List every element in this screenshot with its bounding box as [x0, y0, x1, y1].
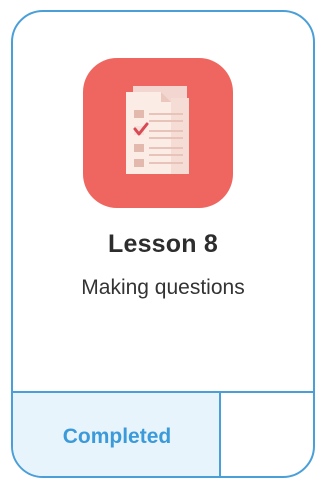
lesson-card-footer: Completed: [13, 391, 313, 476]
lesson-icon-tile: [83, 58, 233, 208]
status-completed-button[interactable]: Completed: [13, 393, 221, 476]
lesson-subtitle: Making questions: [81, 276, 245, 299]
lesson-title: Lesson 8: [108, 230, 218, 258]
footer-empty-cell: [221, 393, 313, 476]
status-label: Completed: [62, 425, 172, 448]
lesson-card[interactable]: Lesson 8 Making questions Completed: [11, 10, 315, 478]
checklist-document-icon: [126, 86, 189, 174]
